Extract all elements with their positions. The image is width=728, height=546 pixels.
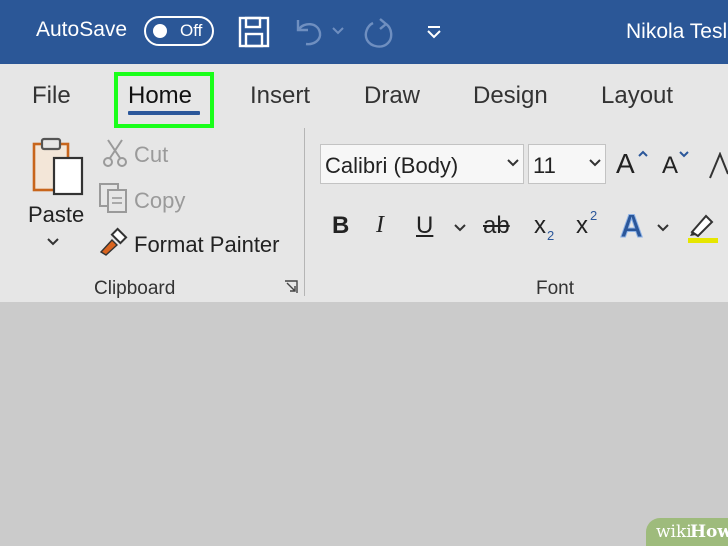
superscript-mark: 2 — [590, 208, 598, 223]
group-separator — [304, 128, 305, 296]
autosave-label: AutoSave — [36, 18, 128, 41]
autosave-state: Off — [180, 21, 203, 40]
tab-insert[interactable]: Insert — [250, 82, 310, 110]
font-size-value: 11 — [533, 153, 556, 178]
paste-icon[interactable] — [30, 136, 86, 200]
highlighter-icon[interactable] — [686, 210, 722, 244]
strikethrough-button[interactable]: ab — [483, 212, 510, 240]
tab-file[interactable]: File — [32, 82, 71, 110]
tab-home-highlight — [114, 72, 214, 128]
subscript-mark: 2 — [547, 228, 555, 243]
font-name-dropdown[interactable]: Calibri (Body) — [320, 144, 524, 184]
wikihow-watermark: wiki How — [646, 518, 728, 546]
document-area — [0, 302, 728, 546]
tab-draw[interactable]: Draw — [364, 82, 420, 110]
subscript-button[interactable]: x — [534, 212, 546, 240]
cut-button[interactable]: Cut — [134, 142, 168, 168]
cut-icon[interactable] — [102, 138, 128, 168]
save-icon[interactable] — [238, 16, 270, 48]
format-painter-icon[interactable] — [98, 226, 130, 256]
caret-up-icon — [638, 150, 648, 157]
shrink-font-button[interactable]: A — [662, 152, 678, 180]
redo-icon[interactable] — [362, 16, 396, 50]
text-effects-button[interactable]: A — [619, 208, 643, 245]
title-bar: AutoSave Off Nikola Tesla — [0, 0, 728, 64]
watermark-how: How — [690, 522, 728, 542]
customize-toolbar-icon[interactable] — [426, 24, 442, 40]
font-group-label: Font — [536, 278, 575, 299]
chevron-down-icon — [507, 159, 519, 167]
autosave-toggle[interactable]: Off — [144, 16, 214, 46]
user-name[interactable]: Nikola Tesla — [626, 20, 728, 44]
font-size-dropdown[interactable]: 11 — [528, 144, 606, 184]
paste-dropdown-icon[interactable] — [47, 238, 59, 246]
caret-down-icon — [679, 151, 689, 158]
tab-layout[interactable]: Layout — [601, 82, 673, 110]
underline-button[interactable]: U — [416, 212, 433, 240]
change-case-icon[interactable] — [708, 152, 728, 180]
undo-dropdown-icon[interactable] — [332, 27, 344, 35]
tab-design[interactable]: Design — [473, 82, 548, 110]
copy-icon[interactable] — [98, 182, 130, 214]
grow-font-button[interactable]: A — [616, 148, 635, 180]
text-effects-dropdown-icon[interactable] — [657, 224, 669, 232]
clipboard-dialog-launcher-icon[interactable] — [284, 280, 298, 294]
paste-button[interactable]: Paste — [28, 202, 84, 228]
format-painter-button[interactable]: Format Painter — [134, 232, 280, 258]
clipboard-group-label: Clipboard — [94, 278, 176, 299]
chevron-down-icon — [589, 159, 601, 167]
toggle-knob — [153, 24, 167, 38]
watermark-wiki: wiki — [656, 522, 692, 542]
undo-icon[interactable] — [292, 16, 326, 48]
superscript-button[interactable]: x — [576, 212, 588, 240]
bold-button[interactable]: B — [332, 212, 349, 240]
copy-button[interactable]: Copy — [134, 188, 185, 214]
underline-dropdown-icon[interactable] — [454, 224, 466, 232]
italic-button[interactable]: I — [376, 212, 384, 239]
ribbon: File Home Insert Draw Design Layout Past… — [0, 64, 728, 302]
font-name-value: Calibri (Body) — [325, 153, 459, 178]
